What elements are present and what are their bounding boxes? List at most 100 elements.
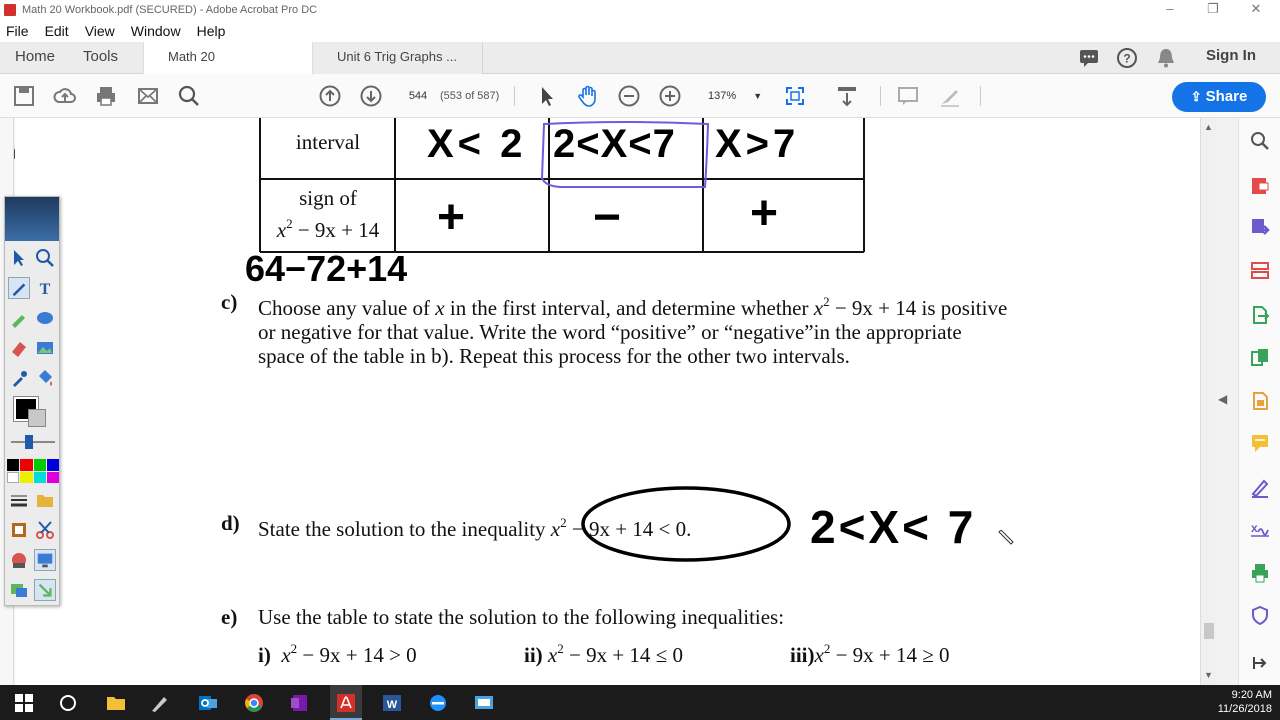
fill-bucket-icon[interactable]: [34, 367, 56, 389]
word-icon[interactable]: W: [382, 693, 402, 713]
color-blue[interactable]: [46, 459, 59, 471]
document-view[interactable]: interval sign of x2 − 9x + 14 X< 2 2<X<7…: [15, 118, 1200, 685]
protect-icon[interactable]: [1249, 604, 1271, 626]
screen-icon[interactable]: [34, 549, 56, 571]
color-black[interactable]: [7, 459, 20, 471]
bell-icon[interactable]: [1156, 46, 1176, 70]
capture-icon[interactable]: [8, 549, 30, 571]
pen-palette-header[interactable]: [5, 197, 59, 241]
print-production-icon[interactable]: [1249, 562, 1271, 584]
pen-size-slider-track[interactable]: [11, 441, 55, 443]
gallery-icon[interactable]: [8, 579, 30, 601]
color-white[interactable]: [7, 471, 20, 483]
close-window-button[interactable]: ✕: [1236, 0, 1276, 20]
onenote-icon[interactable]: [290, 693, 310, 713]
hand-tool-icon[interactable]: [576, 84, 600, 108]
tab-unit6-trig-graphs[interactable]: Unit 6 Trig Graphs ...: [313, 42, 483, 74]
scissors-icon[interactable]: [34, 519, 56, 541]
tab-home[interactable]: Home: [15, 42, 55, 74]
pointer-icon[interactable]: [8, 247, 30, 269]
chrome-icon[interactable]: [244, 693, 264, 713]
tab-tools[interactable]: Tools: [83, 42, 118, 74]
export-icon[interactable]: [1249, 304, 1271, 326]
color-green[interactable]: [33, 459, 46, 471]
main-toolbar: 544 (553 of 587) 137% ▼ ⇪ Share: [0, 74, 1280, 118]
file-explorer-icon[interactable]: [106, 693, 126, 713]
organize-pages-icon[interactable]: [1249, 260, 1271, 282]
eraser-icon[interactable]: [8, 337, 30, 359]
scroll-mode-icon[interactable]: [835, 84, 859, 108]
compare-icon[interactable]: [1249, 346, 1271, 368]
sign-in-link[interactable]: Sign In: [1206, 47, 1256, 64]
sticky-note-icon[interactable]: [896, 84, 920, 108]
part-e-label: e): [221, 605, 238, 629]
undo-arrow-icon[interactable]: [34, 579, 56, 601]
select-cursor-icon[interactable]: [535, 84, 559, 108]
menu-file[interactable]: File: [6, 23, 29, 39]
zoom-in-icon[interactable]: [658, 84, 682, 108]
pen-tool-icon[interactable]: [8, 277, 30, 299]
previous-page-icon[interactable]: [318, 84, 342, 108]
menu-edit[interactable]: Edit: [45, 23, 69, 39]
menu-view[interactable]: View: [85, 23, 115, 39]
stamp-icon[interactable]: [8, 519, 30, 541]
search-icon[interactable]: [177, 84, 201, 108]
save-icon[interactable]: [12, 84, 36, 108]
edit-pdf-icon[interactable]: [1249, 390, 1271, 412]
image-tool-icon[interactable]: [34, 337, 56, 359]
edge-icon[interactable]: [428, 693, 448, 713]
page-fit-icon[interactable]: [783, 84, 807, 108]
text-tool-icon[interactable]: T: [34, 277, 56, 299]
help-icon[interactable]: ?: [1116, 46, 1138, 70]
shape-tool-icon[interactable]: [34, 307, 56, 329]
page-number-input[interactable]: 544: [398, 86, 438, 106]
zoom-level-dropdown[interactable]: 137% ▼: [700, 86, 764, 106]
pen-app-icon[interactable]: [150, 693, 170, 713]
export-pdf-icon[interactable]: [1249, 174, 1271, 196]
comment-tool-icon[interactable]: [1249, 432, 1271, 454]
scroll-up-icon[interactable]: ▲: [1204, 122, 1213, 132]
folder-icon[interactable]: [34, 489, 56, 511]
highlight-pen-icon[interactable]: [938, 84, 962, 108]
fill-sign-icon[interactable]: [1249, 476, 1271, 498]
collapse-panel-icon[interactable]: ◀: [1218, 392, 1227, 406]
toolbar-divider: [880, 86, 881, 106]
pen-size-slider-thumb[interactable]: [25, 435, 33, 449]
menu-help[interactable]: Help: [197, 23, 226, 39]
color-magenta[interactable]: [46, 471, 59, 483]
scroll-down-icon[interactable]: ▼: [1204, 670, 1213, 680]
cortana-search-icon[interactable]: [58, 693, 78, 713]
minimize-button[interactable]: ‒: [1150, 0, 1190, 20]
system-clock[interactable]: 9:20 AM 11/26/2018: [1218, 688, 1272, 716]
color-palette[interactable]: [7, 459, 59, 483]
part-c-text: Choose any value of x in the first inter…: [258, 290, 1158, 368]
color-yellow[interactable]: [20, 471, 33, 483]
acrobat-taskbar-icon[interactable]: [336, 693, 356, 713]
zoom-tool-icon[interactable]: [34, 247, 56, 269]
upload-cloud-icon[interactable]: [53, 84, 77, 108]
signature-icon[interactable]: x: [1249, 518, 1271, 540]
color-red[interactable]: [20, 459, 33, 471]
zoom-search-icon[interactable]: [1249, 130, 1271, 152]
zoom-out-icon[interactable]: [617, 84, 641, 108]
color-cyan[interactable]: [33, 471, 46, 483]
remote-desktop-icon[interactable]: [474, 693, 494, 713]
line-style-icon[interactable]: [8, 489, 30, 511]
create-pdf-icon[interactable]: [1249, 216, 1271, 238]
restore-button[interactable]: ❐: [1193, 0, 1233, 20]
tab-math20-workbook[interactable]: Math 20 Workbook...×: [143, 42, 313, 94]
menu-window[interactable]: Window: [131, 23, 181, 39]
fill-color-swatch[interactable]: [28, 409, 46, 427]
windows-start-icon[interactable]: [14, 693, 34, 713]
scrollbar-thumb[interactable]: [1204, 623, 1214, 639]
document-scrollbar[interactable]: ▲ ▼: [1200, 118, 1216, 685]
print-icon[interactable]: [94, 84, 118, 108]
next-page-icon[interactable]: [359, 84, 383, 108]
outlook-icon[interactable]: [198, 693, 218, 713]
highlighter-icon[interactable]: [8, 307, 30, 329]
comment-icon[interactable]: [1078, 46, 1100, 70]
email-icon[interactable]: [136, 84, 160, 108]
more-tools-icon[interactable]: [1249, 652, 1271, 674]
share-button[interactable]: ⇪ Share: [1172, 82, 1266, 112]
eyedropper-icon[interactable]: [8, 367, 30, 389]
